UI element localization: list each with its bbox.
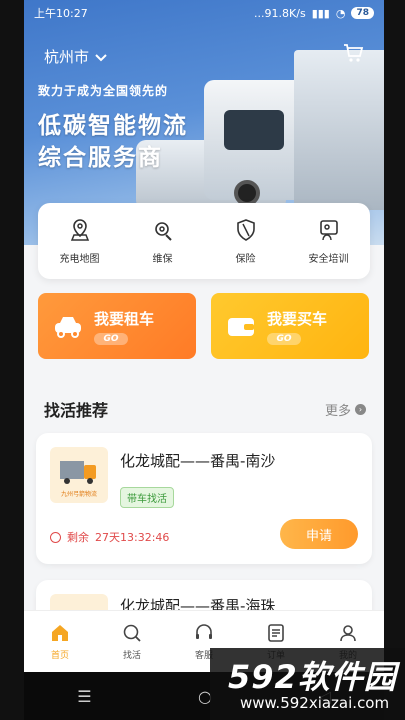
quick-item-insurance[interactable]: 保险: [206, 218, 286, 265]
city-selector[interactable]: 杭州市: [44, 46, 107, 67]
truck-container: [294, 50, 384, 210]
quick-item-safety-training[interactable]: 安全培训: [289, 218, 369, 265]
quick-item-label: 维保: [152, 253, 173, 265]
job-card[interactable]: 九州弓箭物流 化龙城配——番禺-南沙 带车找活 剩余 27天13:32:46 申…: [36, 433, 372, 564]
map-pin-icon: [70, 218, 89, 241]
training-icon: [319, 219, 338, 240]
job-tag: 带车找活: [120, 487, 174, 508]
list-icon: [268, 623, 284, 642]
signal-icon: ▮▮▮: [311, 6, 330, 20]
quick-item-label: 安全培训: [308, 253, 349, 265]
shield-icon: [236, 218, 255, 241]
user-icon: [340, 624, 356, 641]
banner-tagline: 致力于成为全国领先的: [38, 84, 169, 98]
nav-home[interactable]: 首页: [30, 623, 90, 661]
gear-wrench-icon: [154, 221, 172, 241]
watermark-brand: 592软件园: [228, 658, 397, 696]
banner-headline-1: 低碳智能物流: [38, 113, 188, 139]
buy-car-button[interactable]: 我要买车 GO: [211, 293, 369, 359]
section-title: 找活推荐: [44, 397, 115, 422]
app-screen: 杭州市 致力于成为全国领先的 低碳智能物流 综合服务商 上午10:27 ...9…: [24, 0, 384, 720]
job-title: 化龙城配——番禺-南沙: [120, 452, 276, 470]
quick-item-maintenance[interactable]: 维保: [123, 218, 203, 265]
more-link[interactable]: 更多 ›: [325, 400, 366, 419]
rent-car-button[interactable]: 我要租车 GO: [38, 293, 196, 359]
watermark-url: www.592xiazai.com: [240, 694, 390, 712]
home-icon: [52, 624, 68, 641]
quick-item-charge-map[interactable]: 充电地图: [40, 218, 120, 265]
watermark: 592软件园 www.592xiazai.com: [210, 648, 405, 720]
search-icon: [123, 624, 141, 642]
car-icon: [55, 317, 81, 338]
cart-icon[interactable]: [342, 42, 364, 64]
rent-car-label: 我要租车: [94, 309, 155, 328]
job-thumbnail-text: 九州弓箭物流: [60, 491, 97, 498]
status-time: 上午10:27: [34, 7, 88, 20]
menu-icon[interactable]: ☰: [77, 687, 91, 706]
truck-window: [224, 110, 284, 150]
chevron-down-icon: [95, 48, 107, 66]
headset-icon: [196, 623, 212, 639]
more-label: 更多: [324, 404, 351, 419]
clock-icon: [50, 531, 61, 543]
nav-find-job[interactable]: 找活: [102, 623, 162, 661]
buy-car-label: 我要买车: [267, 309, 328, 328]
remaining-value: 27天13:32:46: [95, 531, 170, 544]
network-speed: ...91.8K/s: [254, 6, 306, 20]
banner-headline-2: 综合服务商: [38, 145, 163, 171]
nav-label: 找活: [122, 650, 141, 661]
status-bar: 上午10:27 ...91.8K/s ▮▮▮ ◔ 78: [24, 0, 384, 26]
nav-label: 首页: [50, 650, 69, 661]
arrow-right-icon: ›: [355, 404, 366, 415]
wifi-icon: ◔: [335, 6, 346, 20]
remaining-time: 剩余 27天13:32:46: [50, 529, 169, 545]
go-badge: GO: [267, 332, 301, 345]
apply-button[interactable]: 申请: [280, 519, 358, 549]
battery-badge: 78: [351, 7, 374, 19]
remaining-label: 剩余: [67, 531, 89, 544]
quick-item-label: 充电地图: [59, 253, 100, 265]
quick-menu: 充电地图 维保 保险 安全培训: [38, 203, 370, 279]
city-name: 杭州市: [44, 48, 90, 66]
job-thumbnail: 九州弓箭物流: [50, 447, 108, 503]
wallet-icon: [228, 318, 254, 336]
quick-item-label: 保险: [235, 253, 256, 265]
go-badge: GO: [94, 332, 128, 345]
